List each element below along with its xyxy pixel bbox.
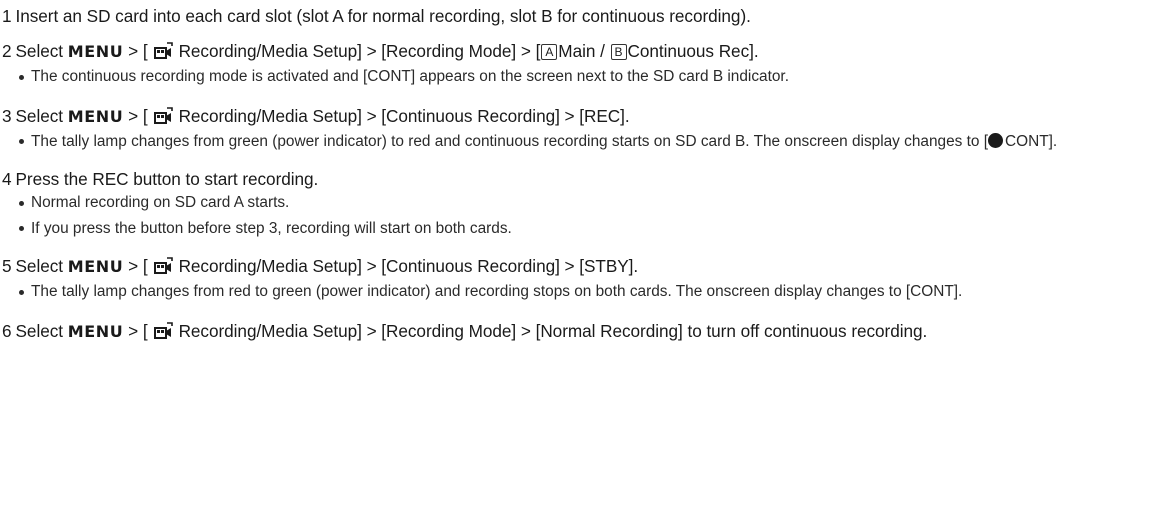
menu-path: Recording/Media Setup] > [Recording Mode… bbox=[178, 41, 541, 61]
menu-path: Recording/Media Setup] > [Recording Mode… bbox=[178, 320, 928, 341]
note-text: The tally lamp changes from green (power… bbox=[31, 132, 989, 150]
list-item: The tally lamp changes from green (power… bbox=[18, 131, 1146, 153]
menu-button-label: MENU bbox=[67, 321, 124, 341]
camera-setup-icon bbox=[153, 256, 173, 280]
step-6: 6 Select MENU > [ Recording/Media Setup] >… bbox=[2, 319, 1147, 345]
instruction-page: 1 Insert an SD card into each card slot (… bbox=[0, 0, 1149, 345]
menu-separator: > [ bbox=[128, 105, 148, 126]
step-4: 4 Press the REC button to start recording… bbox=[2, 167, 1149, 191]
menu-path-end: Continuous Rec]. bbox=[627, 41, 759, 61]
step-number: 4 bbox=[2, 169, 12, 189]
step-number: 3 bbox=[2, 105, 12, 126]
menu-path-mid: Main / bbox=[558, 41, 605, 61]
step-4-notes: Normal recording on SD card A starts. If… bbox=[2, 192, 1149, 239]
step-text: Press the REC button to start recording. bbox=[15, 169, 319, 189]
step-text: Insert an SD card into each card slot (s… bbox=[15, 6, 751, 26]
step-2-notes: The continuous recording mode is activat… bbox=[2, 66, 1149, 88]
step-5-notes: The tally lamp changes from red to green… bbox=[2, 281, 1149, 303]
menu-separator: > [ bbox=[128, 256, 148, 276]
camera-setup-icon bbox=[153, 321, 173, 345]
menu-path: Recording/Media Setup] > [Continuous Rec… bbox=[178, 256, 639, 276]
step-3-notes: The tally lamp changes from green (power… bbox=[2, 131, 1149, 153]
step-2: 2 Select MENU > [ Recording/Media Setup] >… bbox=[2, 39, 1149, 65]
step-3: 3 Select MENU > [ Recording/Media Setup] >… bbox=[2, 104, 1149, 130]
menu-button-label: MENU bbox=[67, 42, 124, 61]
slot-a-box: A bbox=[541, 44, 558, 60]
camera-setup-icon bbox=[153, 41, 173, 65]
list-item: If you press the button before step 3, r… bbox=[18, 218, 1146, 240]
step-number: 6 bbox=[2, 320, 12, 341]
step-5: 5 Select MENU > [ Recording/Media Setup] >… bbox=[2, 254, 1149, 280]
step-select-word: Select bbox=[15, 320, 64, 341]
menu-separator: > [ bbox=[128, 41, 148, 61]
camera-setup-icon bbox=[153, 106, 173, 130]
menu-button-label: MENU bbox=[67, 257, 124, 276]
note-text-end: CONT]. bbox=[1005, 132, 1058, 150]
list-item: Normal recording on SD card A starts. bbox=[18, 192, 1146, 214]
list-item: The continuous recording mode is activat… bbox=[18, 66, 1146, 88]
list-item: The tally lamp changes from red to green… bbox=[18, 281, 1146, 303]
step-number: 1 bbox=[2, 6, 12, 26]
step-select-word: Select bbox=[15, 256, 64, 276]
step-select-word: Select bbox=[15, 41, 64, 61]
menu-path: Recording/Media Setup] > [Continuous Rec… bbox=[178, 105, 630, 126]
step-number: 2 bbox=[2, 41, 12, 61]
menu-button-label: MENU bbox=[67, 106, 124, 126]
slot-b-box: B bbox=[610, 44, 627, 60]
step-1: 1 Insert an SD card into each card slot (… bbox=[2, 4, 1149, 28]
record-dot-icon bbox=[988, 132, 1004, 148]
step-select-word: Select bbox=[15, 105, 64, 126]
step-number: 5 bbox=[2, 256, 12, 276]
menu-separator: > [ bbox=[128, 320, 148, 341]
